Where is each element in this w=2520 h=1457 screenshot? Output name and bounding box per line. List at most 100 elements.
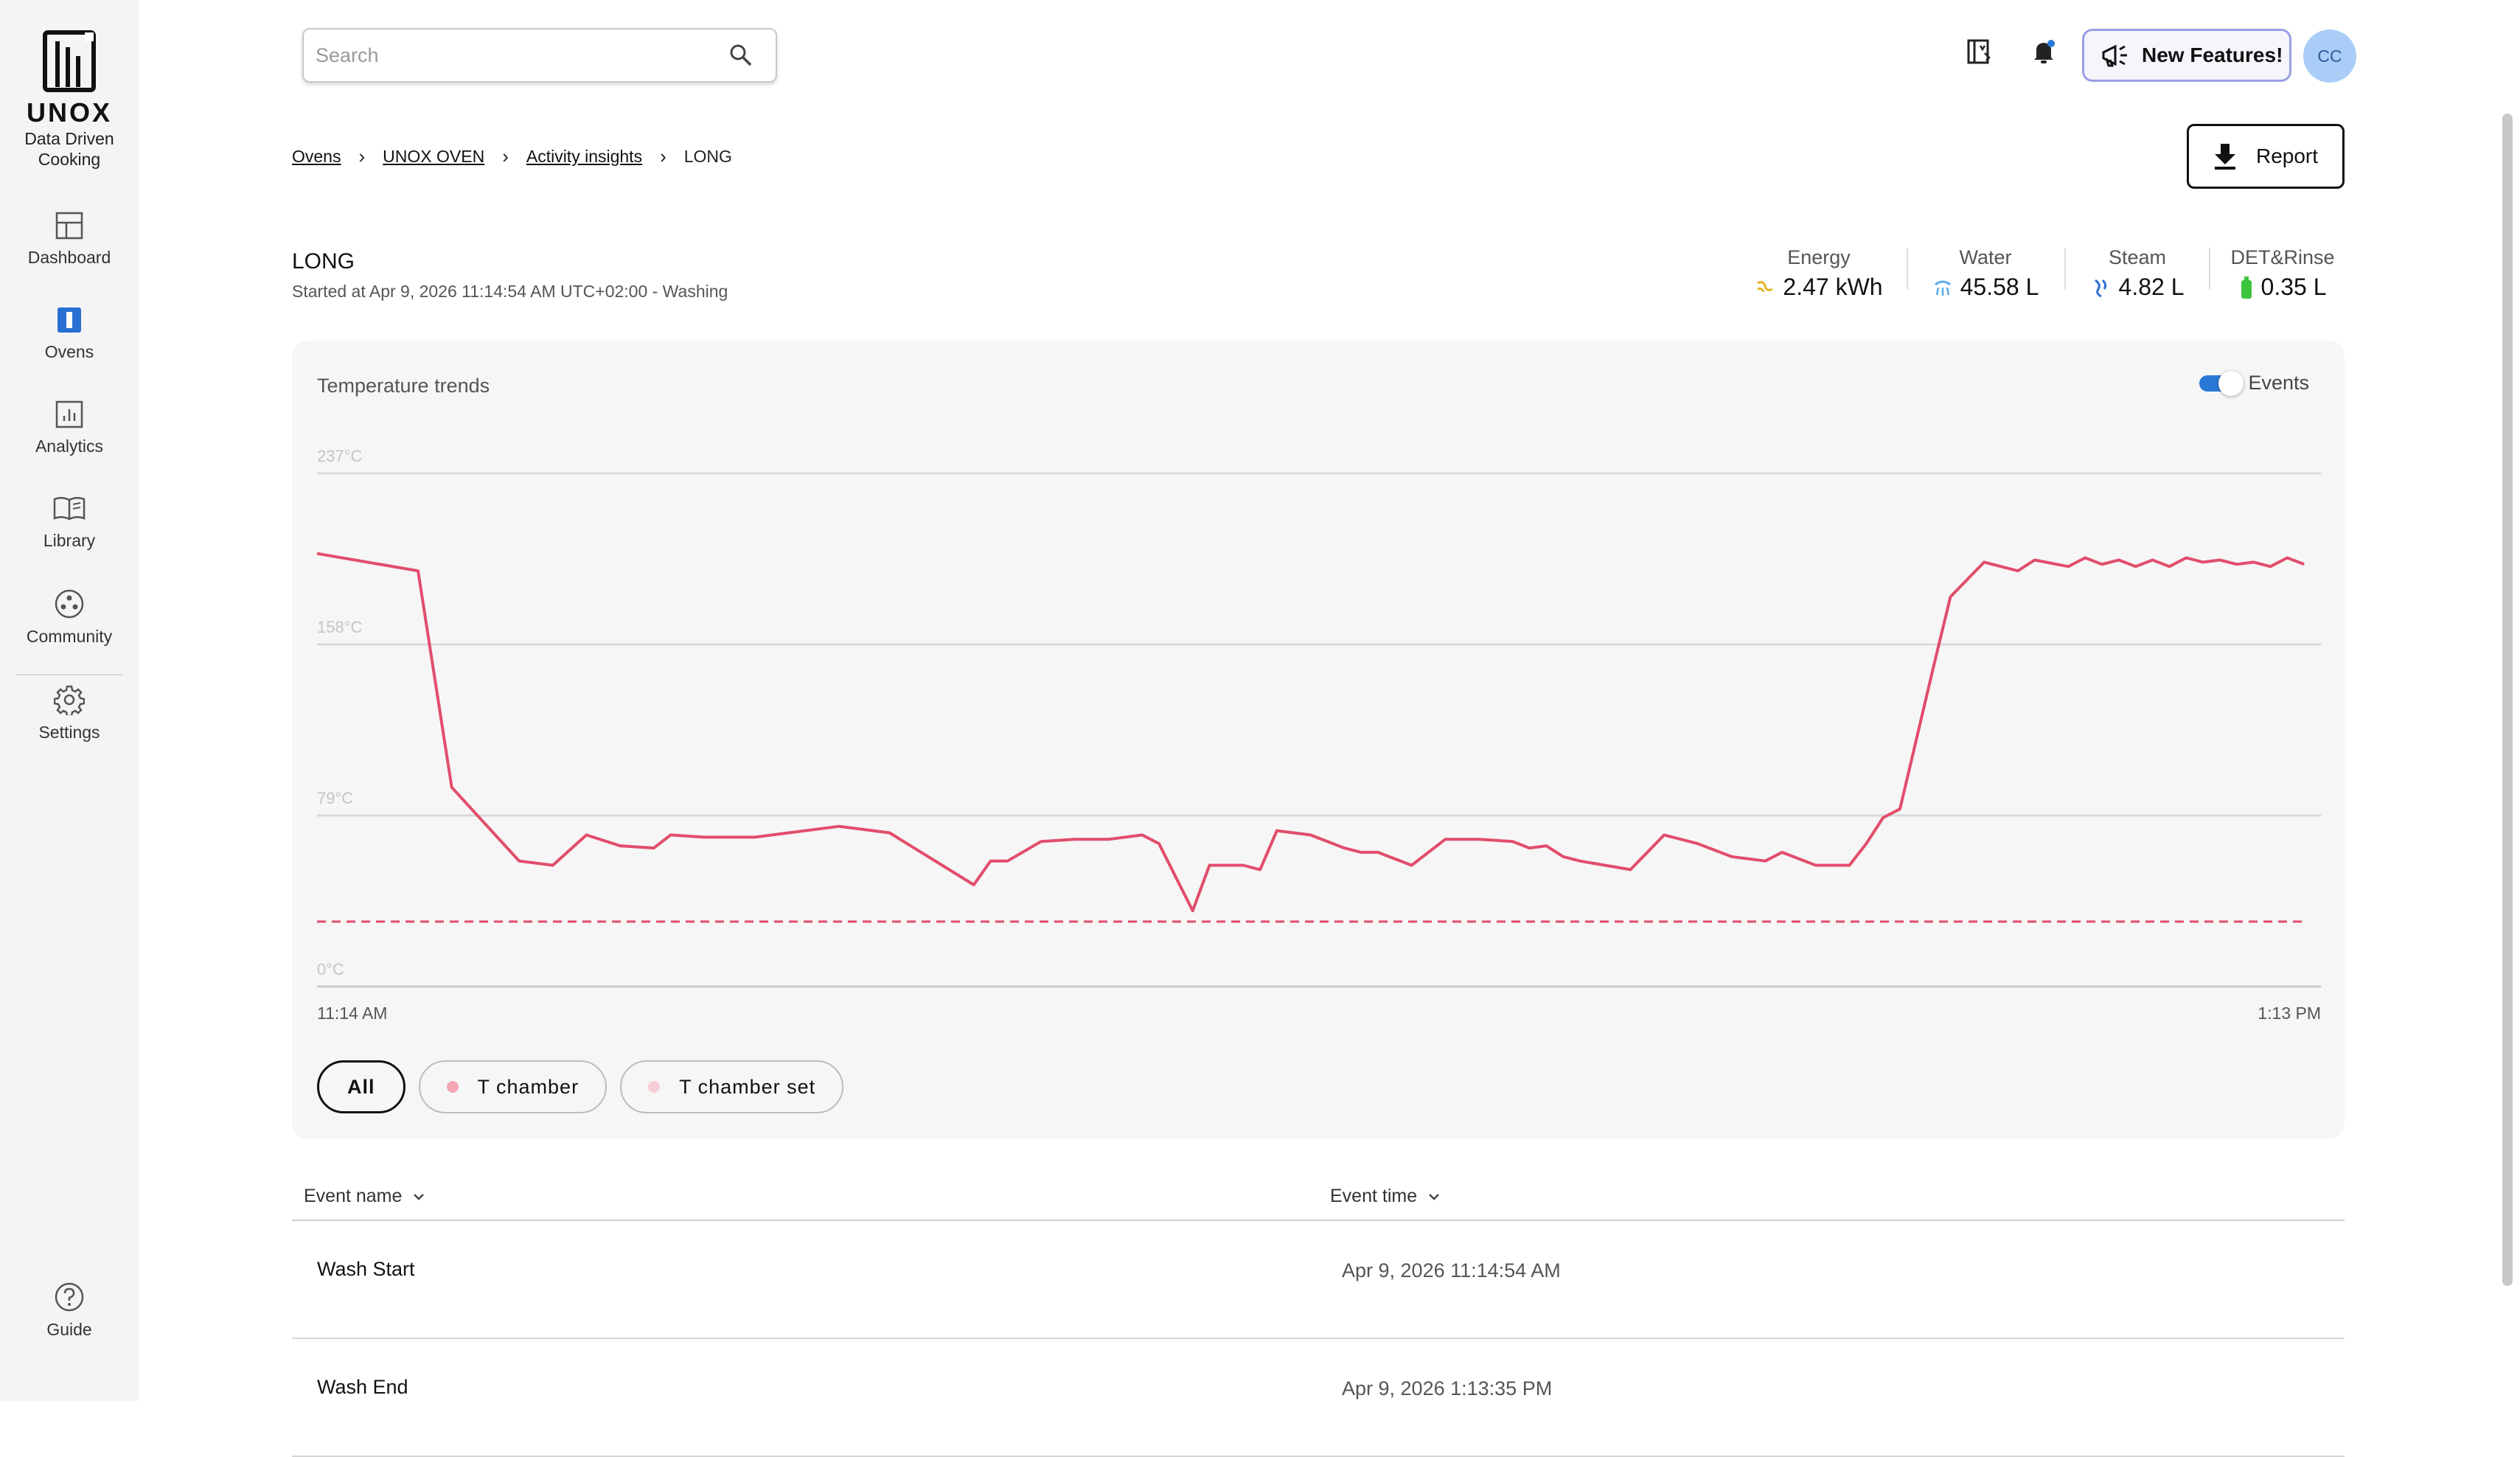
stat-divider <box>1907 248 1908 289</box>
report-button[interactable]: Report <box>2187 124 2345 189</box>
breadcrumb: Ovens › UNOX OVEN › Activity insights › … <box>292 145 732 168</box>
column-header-label: Event name <box>304 1186 403 1206</box>
breadcrumb-link-activity-insights[interactable]: Activity insights <box>526 147 642 167</box>
stat-divider <box>2209 248 2210 289</box>
help-circle-icon <box>55 1282 84 1312</box>
series-line-t-chamber <box>316 552 2305 913</box>
legend-dot <box>648 1081 661 1093</box>
table-row[interactable]: Wash Start Apr 9, 2026 11:14:54 AM <box>292 1221 2345 1339</box>
y-tick-label: 0°C <box>317 960 344 978</box>
stat-value: 2.47 kWh <box>1783 274 1883 300</box>
brand-name: UNOX <box>26 97 112 128</box>
sidebar-item-label: Community <box>26 627 113 646</box>
menu-book-icon[interactable] <box>1964 37 1994 66</box>
detergent-icon <box>2241 276 2252 299</box>
stat-value: 4.82 L <box>2118 274 2185 300</box>
sidebar-item-analytics[interactable]: Analytics <box>0 395 139 476</box>
chevron-down-icon <box>414 1193 425 1200</box>
dashboard-icon <box>55 212 83 240</box>
chevron-right-icon: › <box>502 145 509 167</box>
book-icon <box>53 497 86 521</box>
temperature-chart: 237°C 158°C 79°C 0°C 11:14 AM 1:13 PM <box>316 447 2321 1023</box>
temperature-chart-card: Temperature trends Events 237°C 158°C 79°C… <box>292 341 2345 1138</box>
search-input[interactable] <box>316 29 714 81</box>
y-tick-label: 237°C <box>317 447 363 465</box>
legend-chip-label: T chamber <box>477 1075 579 1098</box>
gear-icon <box>54 685 85 715</box>
sidebar-item-label: Library <box>43 531 96 550</box>
legend-chip-t-chamber[interactable]: T chamber <box>418 1060 608 1113</box>
table-header: Event name Event time <box>292 1172 2345 1221</box>
sidebar-item-dashboard[interactable]: Dashboard <box>0 206 139 288</box>
stat-label: Water <box>1959 246 2012 268</box>
sidebar-item-label: Settings <box>38 723 100 742</box>
search-box[interactable] <box>302 28 777 83</box>
legend-chip-t-chamber-set[interactable]: T chamber set <box>620 1060 844 1113</box>
stat-divider <box>2064 248 2066 289</box>
sidebar-item-label: Ovens <box>44 342 94 361</box>
new-features-label: New Features! <box>2142 44 2283 66</box>
report-label: Report <box>2255 145 2319 167</box>
sidebar-item-ovens[interactable]: Ovens <box>0 301 139 382</box>
stat-label: Energy <box>1787 246 1851 268</box>
chevron-right-icon: › <box>358 145 366 167</box>
y-tick-label: 79°C <box>317 789 353 807</box>
stat-value: 0.35 L <box>2260 274 2327 300</box>
breadcrumb-link-oven[interactable]: UNOX OVEN <box>383 147 484 167</box>
oven-icon <box>58 307 81 333</box>
analytics-icon <box>55 400 83 428</box>
sidebar-item-library[interactable]: Library <box>0 490 139 571</box>
stat-energy: Energy 2.47 kWh <box>1752 246 1886 301</box>
water-icon <box>1934 280 1951 296</box>
legend-chip-all[interactable]: All <box>317 1060 406 1113</box>
event-time-cell: Apr 9, 2026 1:13:35 PM <box>1342 1377 1553 1399</box>
unox-logo-icon <box>43 30 96 92</box>
stat-label: Steam <box>2108 246 2167 268</box>
event-name-cell: Wash End <box>317 1376 408 1398</box>
sidebar-divider <box>16 674 122 675</box>
sidebar-item-label: Analytics <box>35 437 104 456</box>
column-header-event-name[interactable]: Event name <box>304 1186 425 1207</box>
stat-value: 45.58 L <box>1960 274 2039 300</box>
sidebar: UNOX Data Driven Cooking Dashboard Ovens… <box>0 0 139 1401</box>
avatar[interactable]: CC <box>2303 29 2356 83</box>
sidebar-item-label: Guide <box>46 1320 92 1339</box>
legend-chip-label: All <box>347 1075 375 1098</box>
search-icon[interactable] <box>728 43 753 68</box>
chevron-down-icon <box>1429 1193 1439 1200</box>
stat-det-rinse: DET&Rinse 0.35 L <box>2224 246 2342 301</box>
column-header-label: Event time <box>1330 1186 1418 1206</box>
sidebar-item-label: Dashboard <box>27 248 111 267</box>
stat-label: DET&Rinse <box>2230 246 2335 268</box>
brand-tagline-line1: Data Driven <box>24 129 114 148</box>
chevron-right-icon: › <box>660 145 666 167</box>
y-tick-label: 158°C <box>317 618 363 636</box>
stat-steam: Steam 4.82 L <box>2084 246 2191 301</box>
legend-dot <box>446 1081 459 1093</box>
brand-tagline-line2: Cooking <box>38 150 101 169</box>
x-tick-label: 11:14 AM <box>317 1004 387 1023</box>
event-name-cell: Wash Start <box>317 1258 415 1280</box>
brand[interactable]: UNOX Data Driven Cooking <box>0 29 139 170</box>
legend-chip-label: T chamber set <box>679 1075 816 1098</box>
notification-bell-icon[interactable] <box>2029 37 2058 66</box>
chart-legend: All T chamber T chamber set <box>317 1060 857 1113</box>
table-row[interactable]: Wash End Apr 9, 2026 1:13:35 PM <box>292 1339 2345 1457</box>
page-title: LONG <box>292 249 355 274</box>
megaphone-icon <box>2102 44 2127 67</box>
breadcrumb-link-ovens[interactable]: Ovens <box>292 147 341 167</box>
breadcrumb-current: LONG <box>683 146 732 166</box>
download-icon <box>2214 144 2235 170</box>
new-features-button[interactable]: New Features! <box>2082 29 2291 82</box>
event-time-cell: Apr 9, 2026 11:14:54 AM <box>1342 1259 1561 1282</box>
sidebar-item-community[interactable]: Community <box>0 584 139 665</box>
stat-water: Water 45.58 L <box>1927 246 2044 301</box>
sidebar-item-guide[interactable]: Guide <box>0 1277 139 1358</box>
activity-subtitle: Started at Apr 9, 2026 11:14:54 AM UTC+0… <box>292 282 728 301</box>
steam-icon <box>2094 279 2106 297</box>
community-icon <box>55 589 84 619</box>
sidebar-item-settings[interactable]: Settings <box>0 680 139 761</box>
column-header-event-time[interactable]: Event time <box>1330 1186 1441 1207</box>
page-scrollbar[interactable] <box>2502 114 2513 1286</box>
energy-icon <box>1757 280 1774 293</box>
